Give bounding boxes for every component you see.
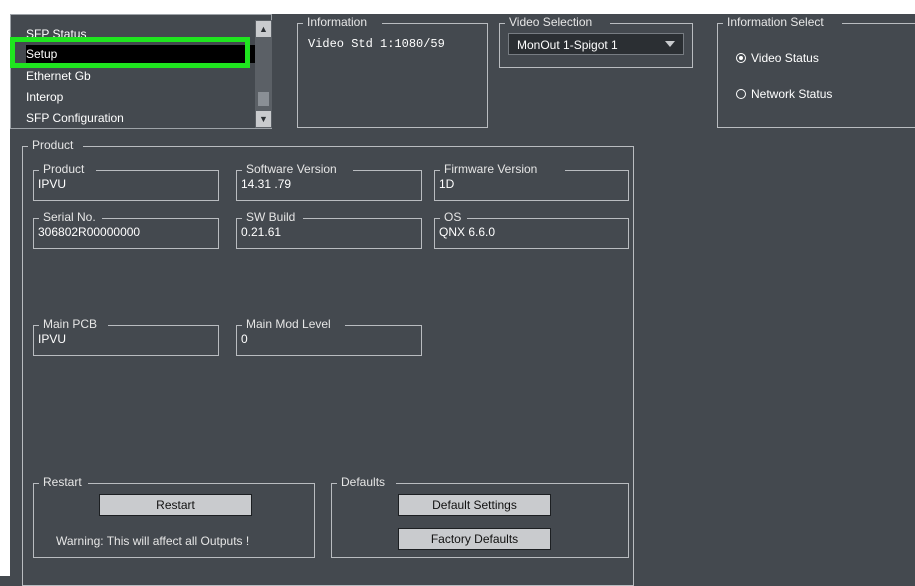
scroll-down-icon[interactable]: ▼ <box>256 111 271 127</box>
information-group: Information Video Std 1:1080/59 <box>297 16 488 128</box>
firmware-version-value: 1D <box>439 177 455 191</box>
product-value: IPVU <box>38 177 67 191</box>
window-top-strip <box>0 0 915 14</box>
information-select-title: Information Select <box>727 15 824 29</box>
information-title: Information <box>307 15 368 29</box>
product-field: Product IPVU <box>33 163 219 201</box>
software-version-value: 14.31 .79 <box>241 177 292 191</box>
nav-list-scrollbar[interactable]: ▲ ▼ <box>255 20 272 128</box>
video-selection-title: Video Selection <box>509 15 593 29</box>
scroll-thumb-grip[interactable] <box>258 92 269 106</box>
factory-defaults-button[interactable]: Factory Defaults <box>398 528 551 550</box>
window-left-strip <box>0 0 10 576</box>
information-select-group: Information Select <box>717 16 915 128</box>
default-settings-button[interactable]: Default Settings <box>398 494 551 516</box>
main-mod-level-field: Main Mod Level 0 <box>236 318 422 356</box>
defaults-title: Defaults <box>341 475 386 489</box>
restart-button[interactable]: Restart <box>99 494 252 516</box>
main-pcb-value: IPVU <box>38 332 67 346</box>
nav-list[interactable]: SFP Status Setup Ethernet Gb Interop SFP… <box>10 14 272 129</box>
radio-unchecked-icon <box>736 89 746 99</box>
sw-build-field: SW Build 0.21.61 <box>236 211 422 249</box>
nav-item-ethernet-gb[interactable]: Ethernet Gb <box>26 67 258 85</box>
serial-no-field: Serial No. 306802R00000000 <box>33 211 219 249</box>
serial-no-value: 306802R00000000 <box>38 225 141 239</box>
software-version-field: Software Version 14.31 .79 <box>236 163 422 201</box>
nav-item-sfp-configuration[interactable]: SFP Configuration <box>26 109 258 127</box>
main-pcb-field: Main PCB IPVU <box>33 318 219 356</box>
os-field: OS QNX 6.6.0 <box>434 211 629 249</box>
chevron-down-icon <box>665 41 675 47</box>
setup-highlight-annotation <box>10 37 250 68</box>
sw-build-value: 0.21.61 <box>241 225 282 239</box>
main-mod-level-value: 0 <box>241 332 248 346</box>
restart-title: Restart <box>43 475 82 489</box>
firmware-version-field: Firmware Version 1D <box>434 163 629 201</box>
restart-warning: Warning: This will affect all Outputs ! <box>56 534 250 548</box>
information-text: Video Std 1:1080/59 <box>308 37 445 51</box>
video-selection-dropdown[interactable]: MonOut 1-Spigot 1 <box>508 33 684 55</box>
scroll-up-icon[interactable]: ▲ <box>256 21 271 37</box>
product-title: Product <box>32 138 74 152</box>
nav-item-interop[interactable]: Interop <box>26 88 258 106</box>
os-value: QNX 6.6.0 <box>439 225 496 239</box>
